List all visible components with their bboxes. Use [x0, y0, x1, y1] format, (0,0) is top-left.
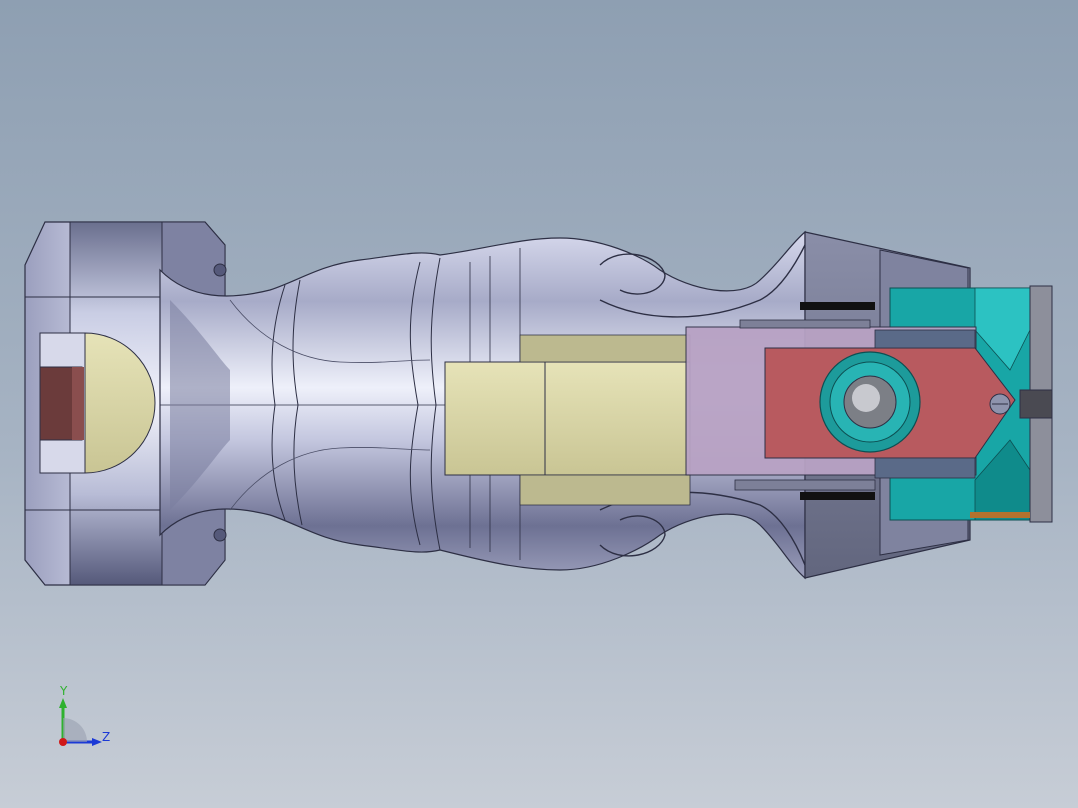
coordinate-triad: Y Z	[48, 684, 118, 754]
x-axis-point	[59, 738, 67, 746]
y-axis-label: Y	[60, 684, 68, 698]
cad-model[interactable]	[0, 0, 1078, 808]
graphics-viewport[interactable]: Y Z	[0, 0, 1078, 808]
z-axis-label: Z	[102, 730, 111, 744]
